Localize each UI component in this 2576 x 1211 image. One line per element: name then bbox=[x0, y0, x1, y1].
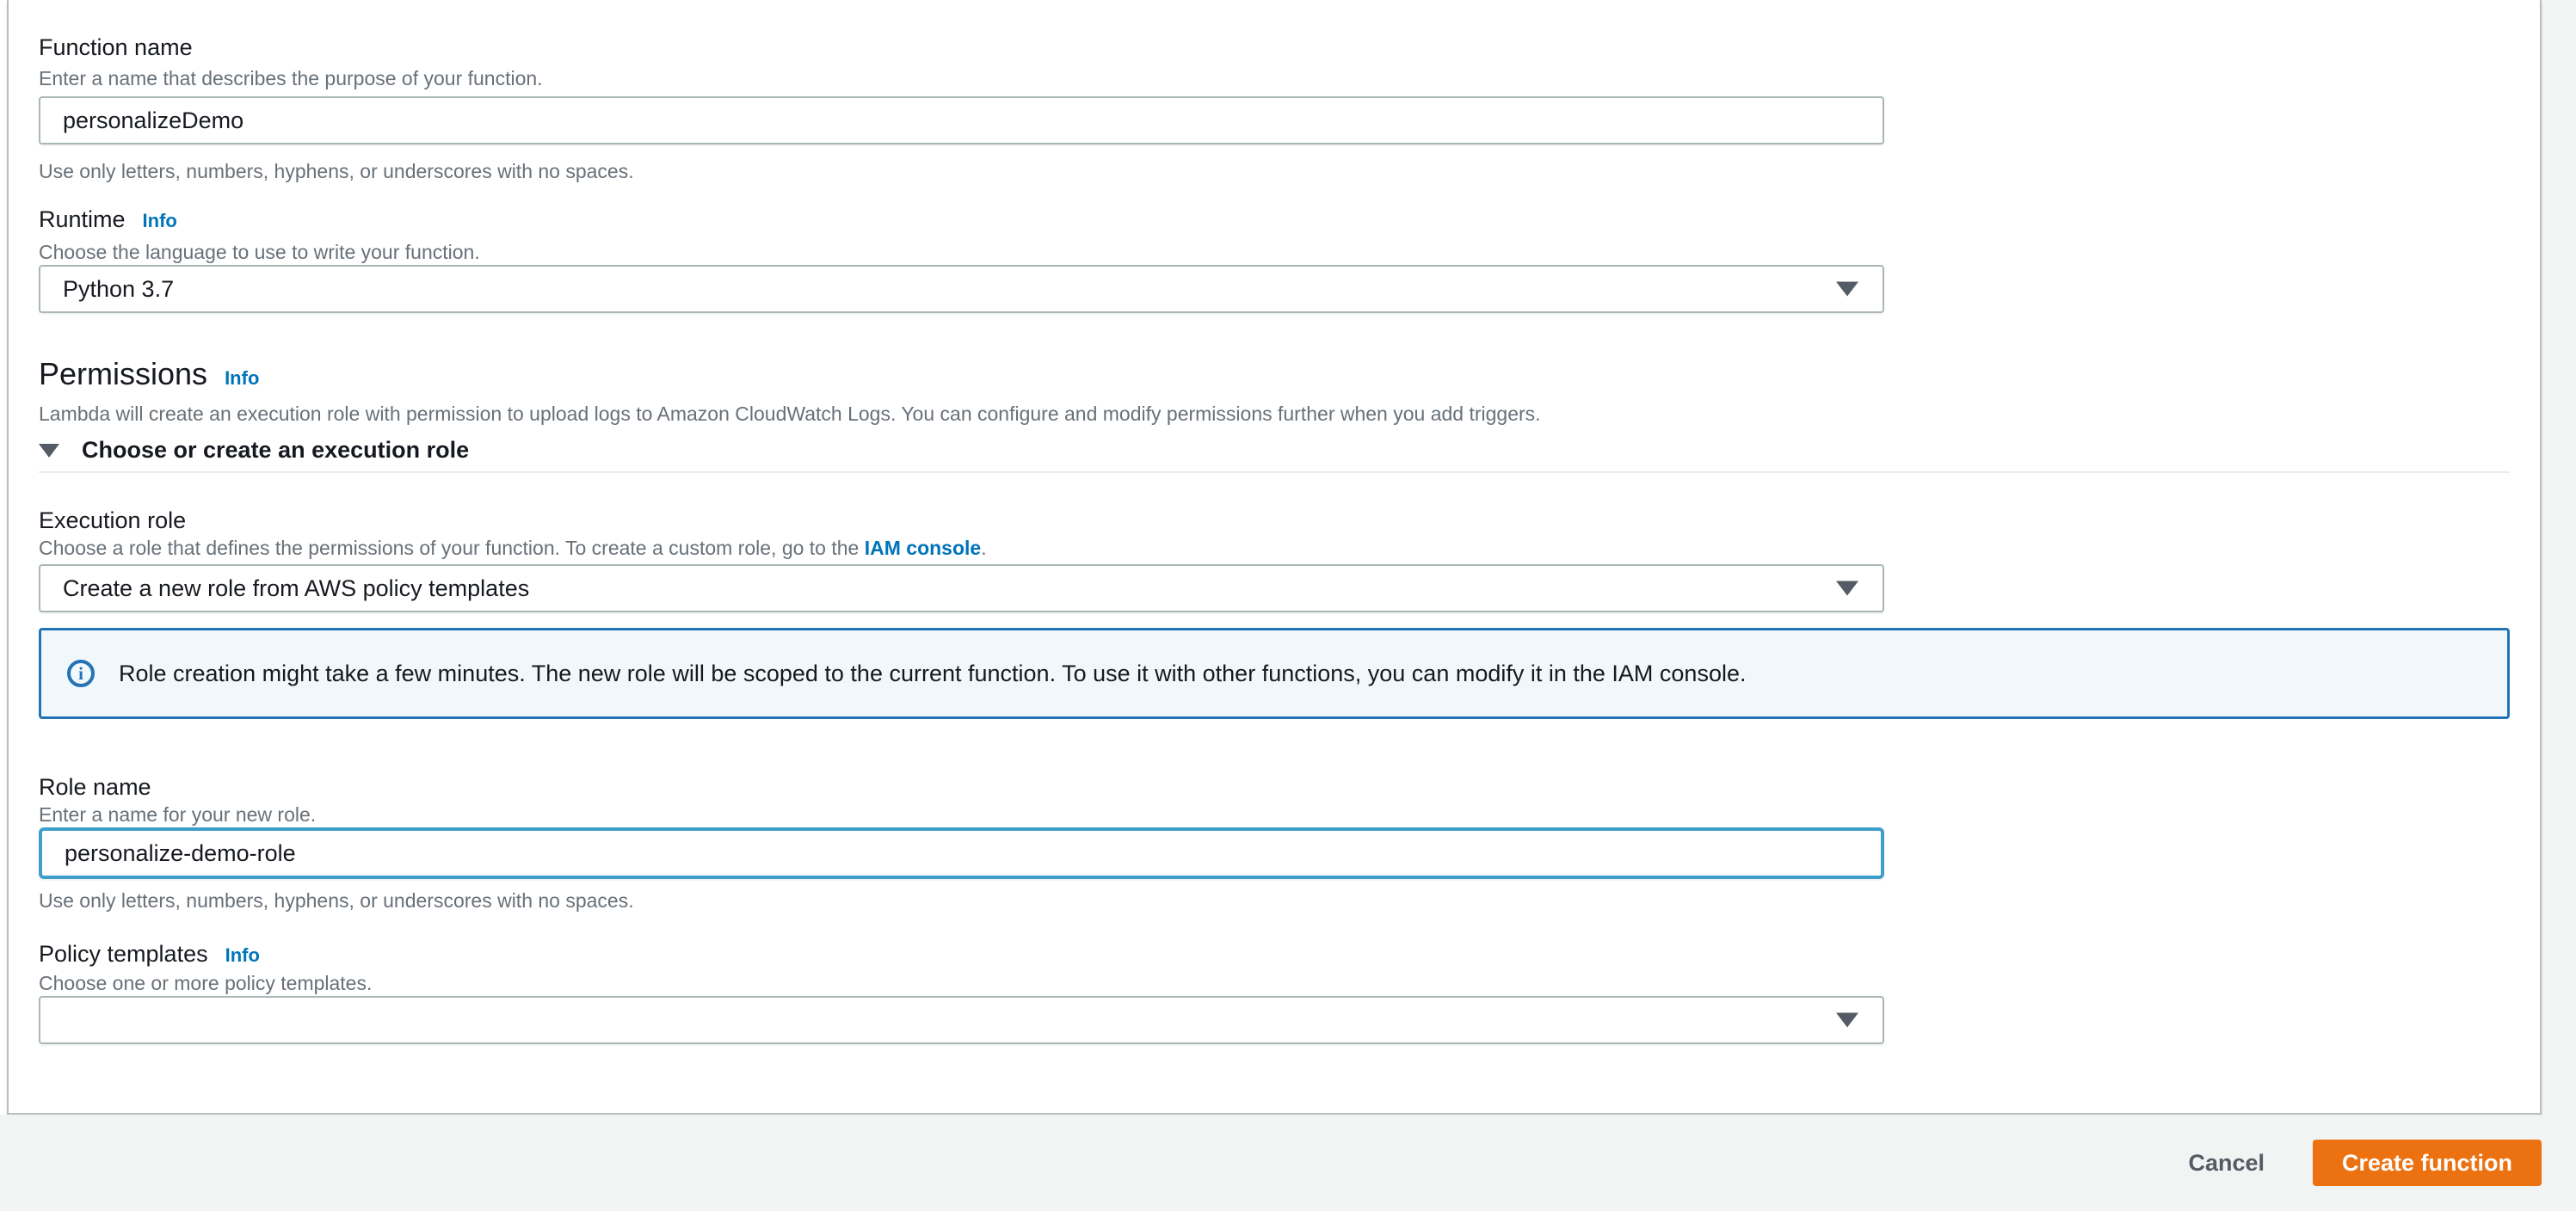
chevron-down-icon bbox=[1836, 281, 1858, 297]
chevron-down-icon bbox=[1836, 581, 1858, 596]
policy-templates-label-row: Policy templates Info bbox=[39, 941, 260, 968]
runtime-selected-value: Python 3.7 bbox=[63, 275, 175, 302]
function-name-constraint: Use only letters, numbers, hyphens, or u… bbox=[39, 160, 634, 182]
execution-role-description-period: . bbox=[981, 537, 987, 559]
role-name-description: Enter a name for your new role. bbox=[39, 803, 317, 826]
runtime-info-link[interactable]: Info bbox=[143, 210, 177, 232]
execution-role-description: Choose a role that defines the permissio… bbox=[39, 537, 987, 560]
policy-templates-label: Policy templates bbox=[39, 941, 208, 967]
function-name-input[interactable] bbox=[39, 96, 1884, 144]
execution-role-description-text: Choose a role that defines the permissio… bbox=[39, 537, 865, 559]
iam-console-link[interactable]: IAM console bbox=[865, 537, 981, 559]
runtime-select[interactable]: Python 3.7 bbox=[39, 265, 1884, 313]
permissions-heading-row: Permissions Info bbox=[39, 356, 259, 392]
create-function-button[interactable]: Create function bbox=[2313, 1140, 2542, 1186]
function-name-label: Function name bbox=[39, 34, 193, 60]
role-name-input[interactable] bbox=[39, 827, 1884, 879]
permissions-info-link[interactable]: Info bbox=[225, 367, 259, 390]
role-name-constraint: Use only letters, numbers, hyphens, or u… bbox=[39, 889, 634, 912]
triangle-down-icon bbox=[39, 443, 59, 458]
runtime-label: Runtime bbox=[39, 206, 126, 232]
execution-role-expander-title: Choose or create an execution role bbox=[82, 437, 470, 463]
chevron-down-icon bbox=[1836, 1012, 1858, 1028]
create-function-form-panel: Function name Enter a name that describe… bbox=[7, 0, 2542, 1115]
execution-role-expander[interactable]: Choose or create an execution role bbox=[39, 437, 469, 464]
permissions-heading: Permissions bbox=[39, 356, 208, 391]
policy-templates-select[interactable] bbox=[39, 996, 1884, 1044]
role-creation-info-banner: i Role creation might take a few minutes… bbox=[39, 628, 2510, 719]
permissions-description: Lambda will create an execution role wit… bbox=[39, 403, 1541, 425]
page-left-gutter bbox=[0, 0, 7, 1115]
cancel-button[interactable]: Cancel bbox=[2188, 1150, 2265, 1177]
section-divider bbox=[39, 471, 2510, 473]
execution-role-label: Execution role bbox=[39, 507, 187, 533]
policy-templates-description: Choose one or more policy templates. bbox=[39, 972, 373, 994]
execution-role-selected-value: Create a new role from AWS policy templa… bbox=[63, 575, 530, 601]
role-name-label: Role name bbox=[39, 774, 151, 800]
role-creation-info-text: Role creation might take a few minutes. … bbox=[119, 660, 1747, 686]
policy-templates-info-link[interactable]: Info bbox=[225, 944, 260, 967]
function-name-description: Enter a name that describes the purpose … bbox=[39, 67, 543, 89]
runtime-description: Choose the language to use to write your… bbox=[39, 241, 480, 263]
info-icon: i bbox=[67, 660, 95, 687]
runtime-label-row: Runtime Info bbox=[39, 206, 177, 233]
execution-role-select[interactable]: Create a new role from AWS policy templa… bbox=[39, 564, 1884, 612]
footer-action-bar: Cancel Create function bbox=[0, 1115, 2576, 1211]
